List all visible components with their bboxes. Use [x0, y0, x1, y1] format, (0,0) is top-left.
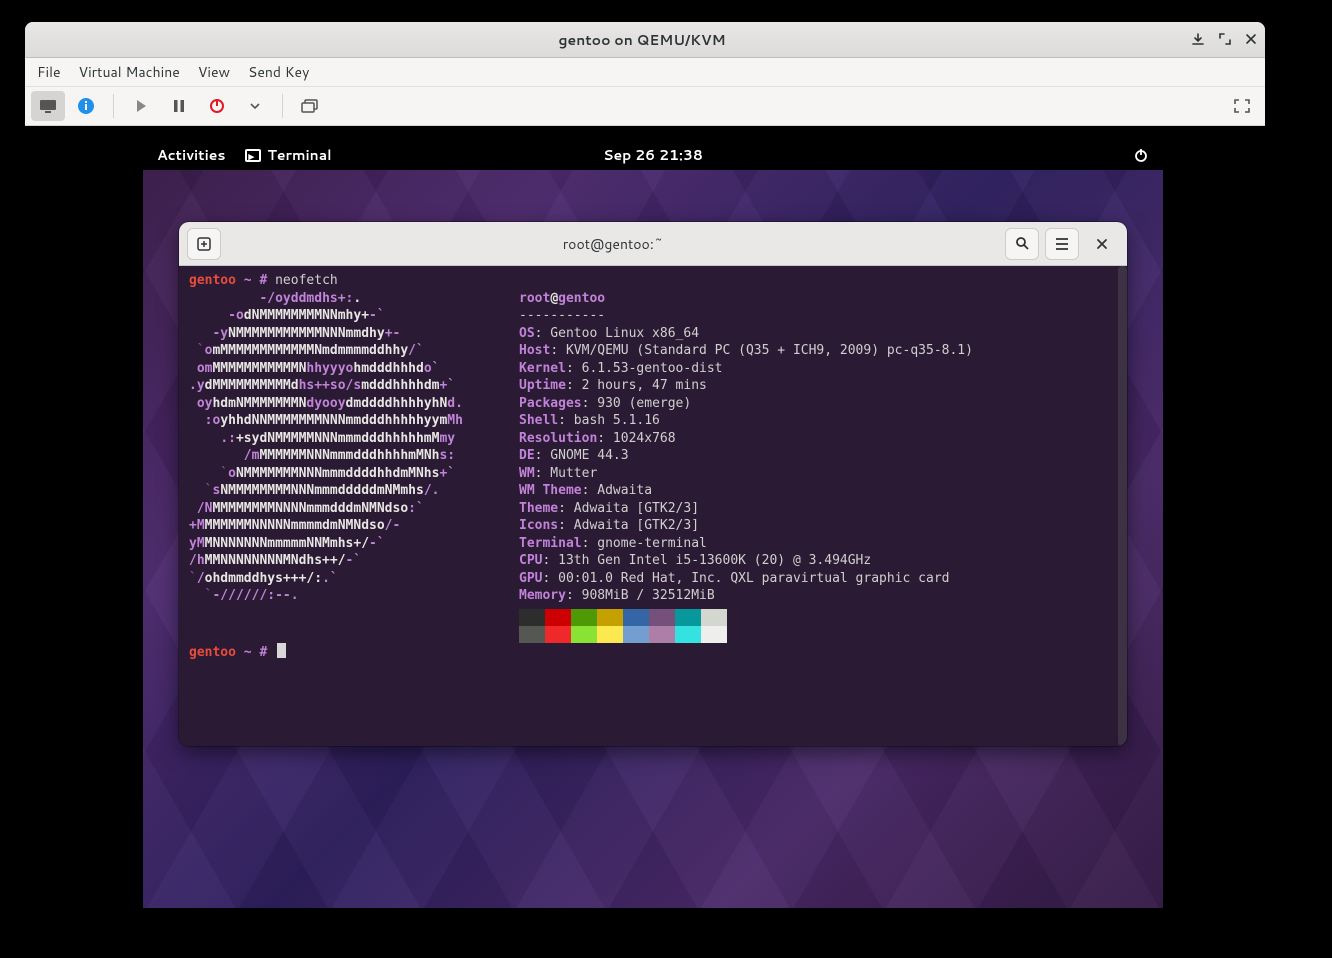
color-swatch: [545, 609, 571, 626]
color-swatch: [519, 609, 545, 626]
close-button[interactable]: [1085, 228, 1119, 260]
play-button[interactable]: [124, 91, 158, 121]
neofetch-row: /mMMMMMMNNNmmmdddhhhhmMNhs:DE: GNOME 44.…: [189, 447, 1117, 465]
neofetch-output: -/oyddmdhs+:.root@gentoo -odNMMMMMMMMNNm…: [189, 290, 1117, 605]
search-button[interactable]: [1005, 228, 1039, 260]
color-swatch: [545, 626, 571, 643]
color-swatch: [701, 626, 727, 643]
color-swatch: [649, 609, 675, 626]
color-swatch: [623, 626, 649, 643]
app-name: Terminal: [267, 145, 331, 165]
vm-title: gentoo on QEMU/KVM: [93, 30, 1191, 50]
close-icon[interactable]: [1245, 33, 1257, 47]
neofetch-row: `sNMMMMMMMMNNNmmmdddddmNMmhs/.WM Theme: …: [189, 482, 1117, 500]
terminal-body[interactable]: gentoo ~ # neofetch -/oyddmdhs+:.root@ge…: [179, 266, 1127, 746]
neofetch-row: +MMMMMMMNNNNNmmmmdmNMNdso/-Icons: Adwait…: [189, 517, 1117, 535]
new-tab-button[interactable]: [187, 228, 221, 260]
palette-light: [519, 626, 1117, 643]
info-button[interactable]: [69, 91, 103, 121]
pause-button[interactable]: [162, 91, 196, 121]
neofetch-row: -odNMMMMMMMMNNmhy+-`-----------: [189, 307, 1117, 325]
neofetch-row: oyhdmNMMMMMMMNdyooydmddddhhhhyhNd.Packag…: [189, 395, 1117, 413]
color-swatch: [675, 609, 701, 626]
terminal-window: root@gentoo:~ gentoo ~ # neofetch: [179, 222, 1127, 746]
prompt-line-2: gentoo ~ #: [189, 643, 1117, 662]
power-menu-button[interactable]: [238, 91, 272, 121]
neofetch-row: yMMNNNNNNNmmmmmNNMmhs+/-`Terminal: gnome…: [189, 535, 1117, 553]
vm-menubar: File Virtual Machine View Send Key: [25, 58, 1265, 87]
color-swatch: [597, 626, 623, 643]
cursor: [277, 643, 286, 658]
gnome-desktop[interactable]: Activities Terminal Sep 26 21:38: [143, 140, 1163, 908]
color-swatch: [571, 609, 597, 626]
neofetch-row: `/ohdmmddhys+++/:.`GPU: 00:01.0 Red Hat,…: [189, 570, 1117, 588]
color-swatch: [597, 609, 623, 626]
color-swatch: [623, 609, 649, 626]
color-swatch: [571, 626, 597, 643]
color-swatch: [701, 609, 727, 626]
guest-display[interactable]: Activities Terminal Sep 26 21:38: [25, 126, 1265, 956]
maximize-icon[interactable]: [1219, 33, 1231, 47]
neofetch-row: /hMMNNNNNNNNMNdhs++/-`CPU: 13th Gen Inte…: [189, 552, 1117, 570]
neofetch-row: `omMMMMMMMMMMMMNmdmmmmddhhy/`Host: KVM/Q…: [189, 342, 1117, 360]
hamburger-button[interactable]: [1045, 228, 1079, 260]
color-swatch: [519, 626, 545, 643]
terminal-title: root@gentoo:~: [227, 234, 999, 254]
neofetch-row: -/oyddmdhs+:.root@gentoo: [189, 290, 1117, 308]
scrollbar[interactable]: [1118, 266, 1127, 746]
neofetch-row: -yNMMMMMMMMMMMNNNmmdhy+-OS: Gentoo Linux…: [189, 325, 1117, 343]
neofetch-row: :oyhhdNNMMMMMMMNNNmmdddhhhhhyymMhShell: …: [189, 412, 1117, 430]
neofetch-row: `-//////:--.Memory: 908MiB / 32512MiB: [189, 587, 1117, 605]
neofetch-row: .ydMMMMMMMMMMdhs++so/smdddhhhhdm+`Uptime…: [189, 377, 1117, 395]
clock[interactable]: Sep 26 21:38: [603, 145, 703, 165]
palette-dark: [519, 609, 1117, 626]
power-icon[interactable]: [1133, 147, 1149, 163]
terminal-icon: [245, 149, 261, 162]
fullscreen-button[interactable]: [1225, 91, 1259, 121]
neofetch-row: .:+sydNMMMMMNNNmmmdddhhhhhmMmyResolution…: [189, 430, 1117, 448]
menu-send-key[interactable]: Send Key: [248, 62, 309, 82]
menu-file[interactable]: File: [37, 62, 61, 82]
virt-manager-window: gentoo on QEMU/KVM File Virtual Machine …: [25, 22, 1265, 956]
current-app[interactable]: Terminal: [245, 145, 331, 165]
terminal-headerbar[interactable]: root@gentoo:~: [179, 222, 1127, 266]
console-button[interactable]: [31, 91, 65, 121]
snapshots-button[interactable]: [293, 91, 327, 121]
color-swatch: [675, 626, 701, 643]
color-swatch: [649, 626, 675, 643]
download-icon[interactable]: [1191, 33, 1205, 47]
menu-virtual-machine[interactable]: Virtual Machine: [79, 62, 180, 82]
vm-titlebar[interactable]: gentoo on QEMU/KVM: [25, 22, 1265, 58]
vm-toolbar: [25, 87, 1265, 126]
neofetch-row: `oNMMMMMMMNNNmmmddddhhdmMNhs+`WM: Mutter: [189, 465, 1117, 483]
neofetch-row: /NMMMMMMMMNNNNmmmdddmNMNdso:`Theme: Adwa…: [189, 500, 1117, 518]
power-button[interactable]: [200, 91, 234, 121]
menu-view[interactable]: View: [198, 62, 230, 82]
neofetch-row: omMMMMMMMMMMMNhhyyyohmdddhhhdo`Kernel: 6…: [189, 360, 1117, 378]
activities-button[interactable]: Activities: [157, 145, 225, 165]
prompt-line: gentoo ~ # neofetch: [189, 272, 1117, 290]
gnome-topbar: Activities Terminal Sep 26 21:38: [143, 140, 1163, 170]
